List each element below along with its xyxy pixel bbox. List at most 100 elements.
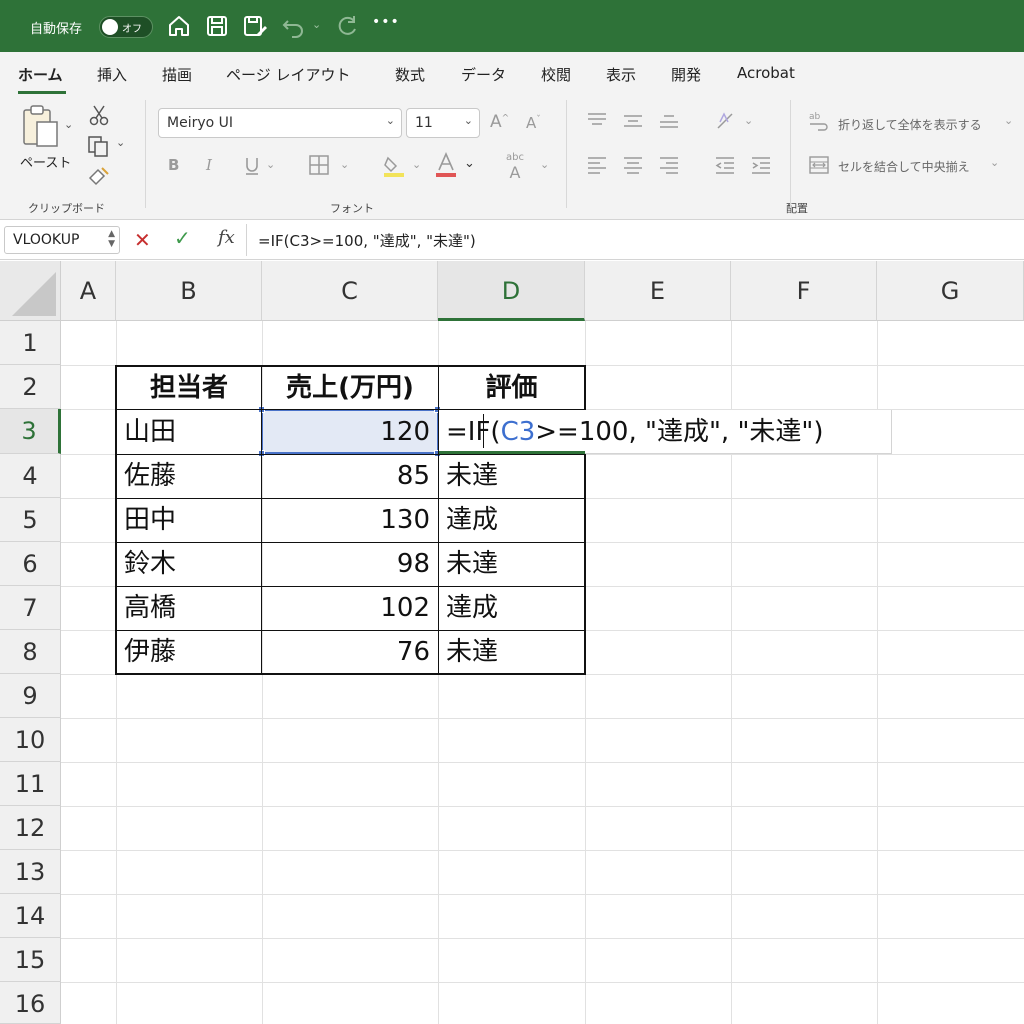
paste-label[interactable]: ペースト [20, 152, 71, 171]
table-cell-sales[interactable]: 120 [262, 410, 438, 454]
tab-draw[interactable]: 描画 [162, 64, 192, 85]
italic-button[interactable]: I [206, 156, 212, 174]
table-cell-sales[interactable]: 130 [262, 498, 438, 542]
tab-page-layout[interactable]: ページ レイアウト [226, 64, 350, 85]
column-header-f[interactable]: F [731, 261, 877, 321]
borders-chevron-icon[interactable]: ⌄ [340, 158, 349, 171]
underline-chevron-icon[interactable]: ⌄ [266, 158, 275, 171]
table-cell-name[interactable]: 高橋 [116, 586, 262, 630]
table-cell-sales[interactable]: 98 [262, 542, 438, 586]
table-cell-evaluation[interactable]: 達成 [438, 586, 585, 630]
borders-icon[interactable] [308, 154, 330, 176]
tab-insert[interactable]: 挿入 [97, 64, 127, 85]
table-cell-sales[interactable]: 102 [262, 586, 438, 630]
table-cell-name[interactable]: 山田 [116, 410, 262, 454]
redo-icon[interactable] [334, 13, 360, 39]
fill-color-chevron-icon[interactable]: ⌄ [412, 158, 421, 171]
tab-acrobat[interactable]: Acrobat [737, 64, 795, 82]
cut-icon[interactable] [88, 104, 110, 126]
more-icon[interactable]: ••• [372, 14, 400, 30]
decrease-font-size-icon[interactable]: Aˇ [526, 114, 541, 132]
tab-home[interactable]: ホーム [18, 64, 63, 85]
cancel-formula-button[interactable]: ✕ [134, 228, 151, 252]
tab-developer[interactable]: 開発 [671, 64, 701, 85]
wrap-text-chevron-icon[interactable]: ⌄ [1004, 114, 1013, 127]
font-color-chevron-icon[interactable]: ⌄ [464, 156, 475, 171]
table-cell-name[interactable]: 伊藤 [116, 630, 262, 674]
insert-function-button[interactable]: fx [218, 227, 235, 248]
row-header-15[interactable]: 15 [0, 938, 61, 982]
bold-button[interactable]: B [168, 156, 179, 174]
home-icon[interactable] [166, 13, 192, 39]
name-box-spinner-icon[interactable]: ▲ ▼ [108, 229, 115, 249]
row-header-4[interactable]: 4 [0, 454, 61, 498]
row-header-6[interactable]: 6 [0, 542, 61, 586]
table-header-evaluation[interactable]: 評価 [438, 367, 585, 409]
tab-review[interactable]: 校閲 [541, 64, 571, 85]
row-header-2[interactable]: 2 [0, 365, 61, 409]
table-cell-evaluation[interactable]: 未達 [438, 454, 585, 498]
format-painter-icon[interactable] [86, 164, 110, 186]
table-cell-name[interactable]: 田中 [116, 498, 262, 542]
paste-dropdown-chevron-icon[interactable]: ⌄ [64, 118, 73, 131]
row-header-12[interactable]: 12 [0, 806, 61, 850]
fill-color-icon[interactable] [382, 152, 406, 178]
row-header-9[interactable]: 9 [0, 674, 61, 718]
tab-data[interactable]: データ [461, 64, 506, 85]
phonetic-chevron-icon[interactable]: ⌄ [540, 158, 549, 171]
tab-formulas[interactable]: 数式 [395, 64, 425, 85]
underline-icon[interactable] [244, 156, 260, 176]
autosave-toggle[interactable]: オフ [99, 16, 153, 38]
column-header-a[interactable]: A [61, 261, 116, 321]
row-header-7[interactable]: 7 [0, 586, 61, 630]
tab-view[interactable]: 表示 [606, 64, 636, 85]
align-top-icon[interactable] [586, 112, 608, 130]
decrease-indent-icon[interactable] [714, 156, 736, 174]
copy-dropdown-chevron-icon[interactable]: ⌄ [116, 136, 125, 149]
undo-dropdown-chevron-icon[interactable]: ⌄ [312, 18, 324, 34]
save-icon[interactable] [204, 13, 230, 39]
table-cell-evaluation[interactable]: 未達 [438, 630, 585, 674]
select-all-button[interactable] [0, 261, 61, 321]
spreadsheet-grid[interactable]: A B C D E F G 1 2 3 4 5 6 7 8 9 10 11 12… [0, 261, 1024, 1024]
row-header-16[interactable]: 16 [0, 982, 61, 1024]
table-cell-evaluation[interactable]: 未達 [438, 542, 585, 586]
align-left-icon[interactable] [586, 156, 608, 174]
table-cell-name[interactable]: 鈴木 [116, 542, 262, 586]
save-as-icon[interactable] [242, 13, 268, 39]
row-header-11[interactable]: 11 [0, 762, 61, 806]
table-header-sales[interactable]: 売上(万円) [262, 367, 438, 409]
paste-icon[interactable] [20, 104, 62, 150]
table-cell-evaluation[interactable]: 達成 [438, 498, 585, 542]
row-header-13[interactable]: 13 [0, 850, 61, 894]
table-cell-sales[interactable]: 85 [262, 454, 438, 498]
font-size-dropdown[interactable]: 11 ⌄ [406, 108, 480, 138]
row-header-5[interactable]: 5 [0, 498, 61, 542]
name-box[interactable]: VLOOKUP ▲ ▼ [4, 226, 120, 254]
table-header-person[interactable]: 担当者 [116, 367, 262, 409]
table-cell-name[interactable]: 佐藤 [116, 454, 262, 498]
row-header-10[interactable]: 10 [0, 718, 61, 762]
align-center-icon[interactable] [622, 156, 644, 174]
column-header-b[interactable]: B [116, 261, 262, 321]
column-header-d[interactable]: D [438, 261, 585, 321]
increase-font-size-icon[interactable]: A^ [490, 112, 509, 132]
increase-indent-icon[interactable] [750, 156, 772, 174]
orientation-icon[interactable] [714, 110, 738, 132]
row-header-1[interactable]: 1 [0, 321, 61, 365]
column-header-c[interactable]: C [262, 261, 438, 321]
merge-center-chevron-icon[interactable]: ⌄ [990, 156, 999, 169]
font-name-dropdown[interactable]: Meiryo UI ⌄ [158, 108, 402, 138]
align-middle-icon[interactable] [622, 112, 644, 130]
orientation-chevron-icon[interactable]: ⌄ [744, 114, 753, 127]
formula-input[interactable]: =IF(C3>=100, "達成", "未達") [258, 230, 476, 251]
wrap-text-button[interactable]: 折り返して全体を表示する [838, 116, 982, 133]
copy-icon[interactable] [86, 134, 110, 158]
undo-icon[interactable] [280, 13, 306, 39]
row-header-8[interactable]: 8 [0, 630, 61, 674]
column-header-e[interactable]: E [585, 261, 731, 321]
phonetic-guide-icon[interactable]: abc A [506, 152, 524, 182]
font-color-icon[interactable] [434, 152, 458, 178]
in-cell-formula[interactable]: =IF(C3>=100, "達成", "未達") [446, 414, 824, 450]
wrap-text-icon[interactable]: ab [808, 110, 830, 134]
